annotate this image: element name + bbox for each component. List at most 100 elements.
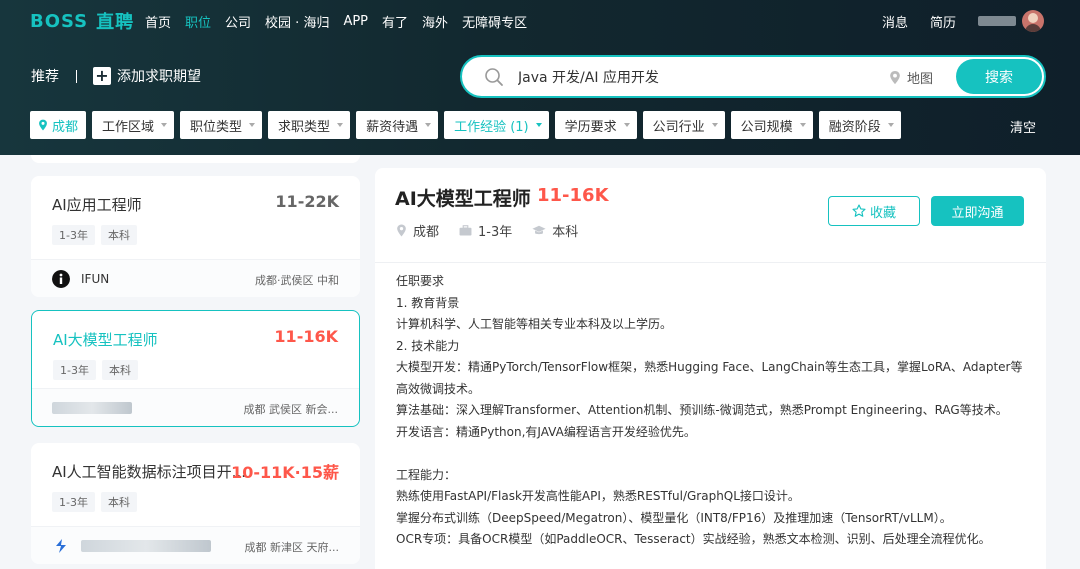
filter-area-label: 工作区域 [102, 119, 155, 135]
location-icon [397, 224, 406, 237]
company-name-blurred [81, 540, 211, 552]
dropdown-triangle-icon [711, 123, 718, 127]
map-pin-icon [890, 70, 900, 84]
job-card[interactable]: AI人工智能数据标注项目开... 10-11K·15薪 1-3年 本科 成都 新… [31, 443, 360, 564]
filter-scale-label: 公司规模 [740, 119, 793, 135]
tag-experience: 1-3年 [52, 492, 95, 512]
desc-line: 1. 教育背景 [396, 295, 460, 310]
filter-job-type-label: 职位类型 [190, 119, 243, 135]
company-name: IFUN [81, 272, 110, 286]
recommend-tab[interactable]: 推荐 [31, 66, 59, 86]
company-name-blurred [52, 402, 132, 414]
city-label: 成都 [52, 119, 79, 135]
username-blurred[interactable] [978, 16, 1016, 26]
add-expectation-link[interactable]: 添加求职期望 [117, 66, 201, 86]
star-icon [852, 204, 866, 217]
tag-experience: 1-3年 [53, 360, 96, 380]
filter-experience-label: 工作经验 (1) [454, 119, 529, 135]
search-icon [485, 68, 503, 86]
map-label: 地图 [907, 72, 934, 87]
filter-salary[interactable]: 薪资待遇 [356, 111, 439, 139]
nav-jobs[interactable]: 职位 [185, 12, 211, 31]
desc-line: 高效微调技术。 [396, 381, 481, 396]
search-input[interactable] [518, 67, 838, 87]
filter-area[interactable]: 工作区域 [92, 111, 175, 139]
nav-companies[interactable]: 公司 [225, 12, 251, 31]
job-card-selected[interactable]: AI大模型工程师 11-16K 1-3年 本科 成都 武侯区 新会... [31, 310, 360, 427]
map-button[interactable]: 地图 [888, 68, 933, 87]
job-salary: 11-16K [274, 327, 338, 346]
favorite-button[interactable]: 收藏 [828, 196, 920, 226]
resume-link[interactable]: 简历 [930, 12, 956, 31]
nav-accessibility[interactable]: 无障碍专区 [462, 12, 527, 31]
dropdown-triangle-icon [887, 123, 894, 127]
detail-meta: 成都 1-3年 本科 [396, 221, 598, 240]
filter-seek-type[interactable]: 求职类型 [268, 111, 351, 139]
location-icon [39, 119, 47, 131]
filter-degree[interactable]: 学历要求 [554, 111, 637, 139]
job-location: 成都 新津区 天府... [244, 541, 339, 554]
meta-experience-label: 1-3年 [478, 225, 513, 240]
meta-degree: 本科 [532, 221, 578, 240]
logo-cn: 直聘 [96, 12, 135, 33]
graduation-cap-icon [532, 225, 546, 235]
divider [76, 69, 77, 83]
filter-industry[interactable]: 公司行业 [642, 111, 725, 139]
job-tags: 1-3年 本科 [52, 225, 137, 245]
boss-logo[interactable]: BOSS 直聘 [30, 8, 134, 34]
company-logo-icon [52, 270, 70, 288]
filter-financing[interactable]: 融资阶段 [818, 111, 901, 139]
desc-line: 任职要求 [396, 274, 445, 288]
filter-scale[interactable]: 公司规模 [730, 111, 813, 139]
city-filter[interactable]: 成都 [30, 111, 87, 139]
job-card[interactable]: AI应用工程师 11-22K 1-3年 本科 IFUN 成都·武侯区 中和 [31, 176, 360, 297]
dropdown-triangle-icon [161, 123, 168, 127]
company-row: 成都 新津区 天府... [31, 526, 360, 564]
desc-line: 工程能力： [396, 467, 457, 482]
detail-job-title: AI大模型工程师 [395, 188, 531, 210]
expectation-bar: 推荐 + 添加求职期望 [31, 62, 201, 90]
desc-line: OCR专项：具备OCR模型（如PaddleOCR、Tesseract）实战经验，… [396, 532, 991, 546]
avatar[interactable] [1022, 10, 1044, 32]
filter-salary-label: 薪资待遇 [366, 119, 419, 135]
search-button[interactable]: 搜索 [956, 59, 1042, 94]
filter-experience[interactable]: 工作经验 (1) [444, 111, 549, 139]
filter-seek-type-label: 求职类型 [278, 119, 331, 135]
desc-line: 算法基础：深入理解Transformer、Attention机制、预训练-微调范… [396, 403, 1008, 417]
job-detail-header: AI大模型工程师 11-16K 成都 1-3年 本科 收藏 立即沟通 [375, 168, 1046, 262]
meta-city-label: 成都 [413, 225, 440, 240]
chat-now-button[interactable]: 立即沟通 [931, 196, 1024, 226]
plus-icon[interactable]: + [93, 67, 111, 85]
nav-overseas[interactable]: 海外 [422, 12, 448, 31]
dropdown-triangle-icon [799, 123, 806, 127]
desc-line: 计算机科学、人工智能等相关专业本科及以上学历。 [396, 317, 673, 331]
user-area: 消息 简历 [882, 8, 1044, 34]
tag-degree: 本科 [100, 492, 137, 512]
nav-app[interactable]: APP [343, 14, 368, 29]
top-nav: 首页 职位 公司 校园 · 海归 APP 有了 海外 无障碍专区 [145, 8, 527, 34]
top-header: BOSS 直聘 首页 职位 公司 校园 · 海归 APP 有了 海外 无障碍专区… [0, 0, 1080, 155]
desc-line: 掌握分布式训练（DeepSpeed/Megatron）、模型量化（INT8/FP… [396, 510, 952, 525]
nav-home[interactable]: 首页 [145, 12, 171, 31]
dropdown-triangle-icon [249, 123, 256, 127]
job-tags: 1-3年 本科 [53, 360, 138, 380]
job-title: AI人工智能数据标注项目开... [52, 463, 246, 481]
filter-degree-label: 学历要求 [564, 119, 617, 135]
previous-card-edge [31, 155, 360, 163]
company-row: 成都 武侯区 新会... [32, 388, 359, 426]
nav-campus[interactable]: 校园 · 海归 [265, 12, 329, 31]
dropdown-triangle-icon [337, 123, 344, 127]
nav-youle[interactable]: 有了 [382, 12, 408, 31]
desc-line: 2. 技术能力 [396, 338, 460, 353]
meta-experience: 1-3年 [459, 221, 512, 240]
desc-line: 开发语言：精通Python,有JAVA编程语言开发经验优先。 [396, 424, 696, 439]
filter-job-type[interactable]: 职位类型 [180, 111, 263, 139]
messages-link[interactable]: 消息 [882, 12, 908, 31]
tag-degree: 本科 [101, 360, 138, 380]
desc-line: 大模型开发：精通PyTorch/TensorFlow框架，熟悉Hugging F… [396, 360, 1023, 374]
clear-filters-button[interactable]: 清空 [1010, 117, 1036, 136]
company-logo-icon [56, 539, 66, 553]
dropdown-triangle-icon [535, 123, 542, 127]
filter-industry-label: 公司行业 [652, 119, 705, 135]
tag-experience: 1-3年 [52, 225, 95, 245]
